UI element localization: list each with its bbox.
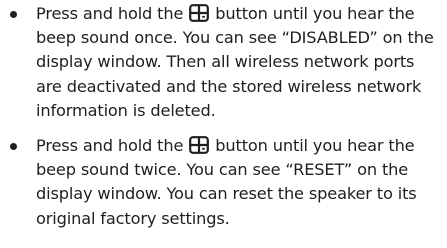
bullet-icon: [10, 11, 17, 18]
wireless-connect-icon: [189, 4, 210, 22]
instruction-list: Press and hold the button until you hear…: [8, 2, 441, 231]
list-item: Press and hold the button until you hear…: [8, 2, 441, 123]
wireless-connect-icon: [189, 136, 210, 154]
bullet-icon: [10, 143, 17, 151]
item-text-before: Press and hold the: [36, 136, 184, 156]
list-item: Press and hold the button until you hear…: [8, 134, 441, 231]
instruction-page: Press and hold the button until you hear…: [0, 0, 447, 248]
item-text-before: Press and hold the: [36, 4, 184, 23]
